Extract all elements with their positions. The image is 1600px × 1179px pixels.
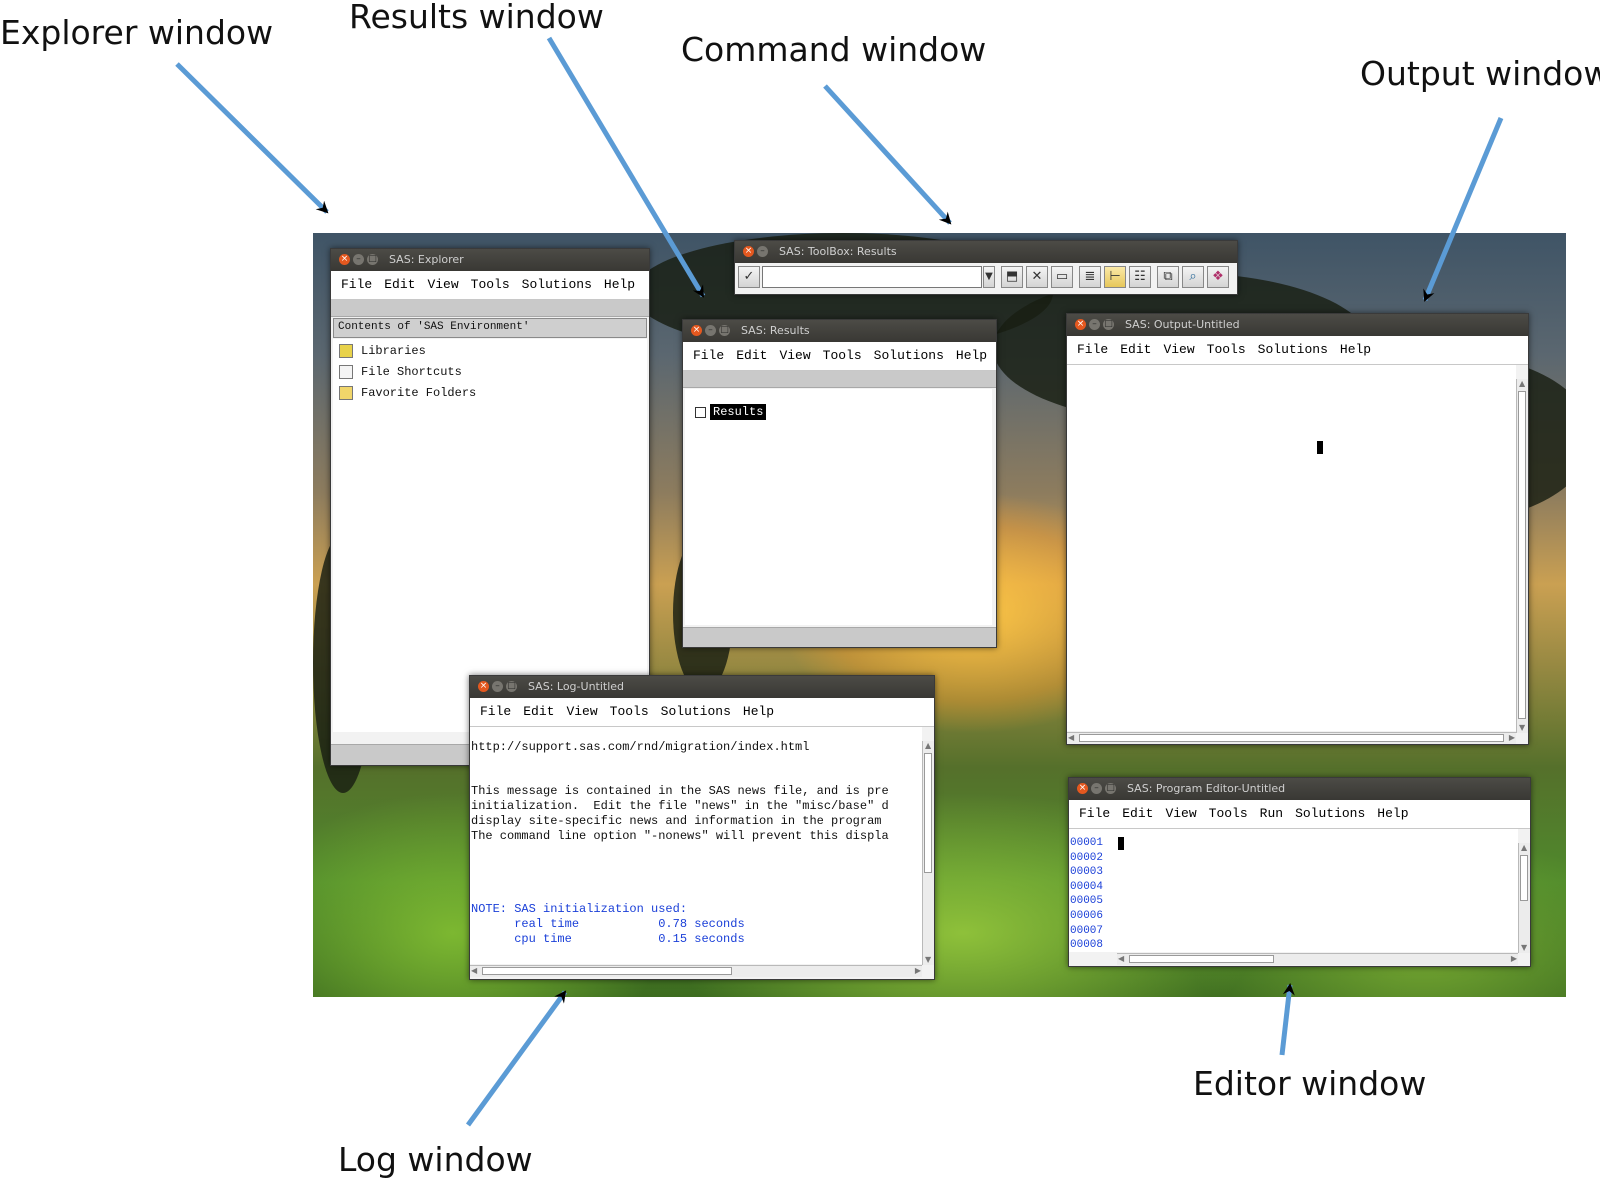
callout-arrows xyxy=(175,36,1504,1127)
arrow-to-editor xyxy=(1279,983,1295,1056)
arrow-to-explorer xyxy=(175,62,329,214)
arrow-to-output xyxy=(1422,117,1504,302)
arrow-to-command xyxy=(823,84,952,225)
arrow-to-results xyxy=(546,36,706,298)
arrow-to-log xyxy=(465,990,568,1127)
